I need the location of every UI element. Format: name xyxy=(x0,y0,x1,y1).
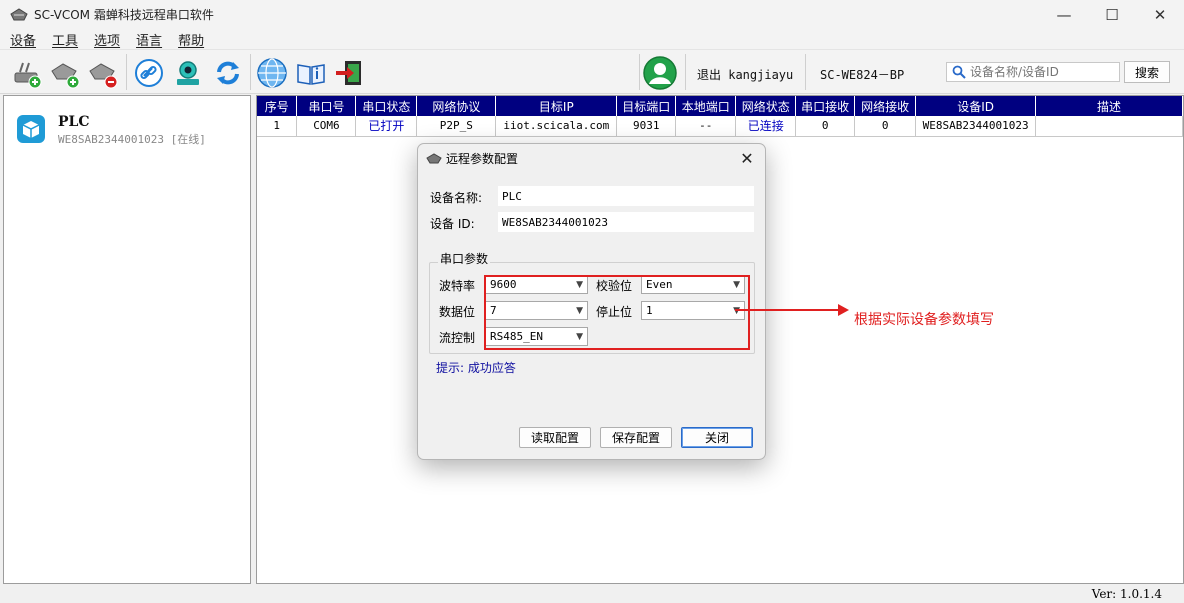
search-box xyxy=(946,62,1120,82)
user-avatar-icon[interactable] xyxy=(643,56,677,90)
dialog-close-icon[interactable]: ✕ xyxy=(737,148,757,168)
annotation-arrow-head xyxy=(838,304,849,316)
column-header[interactable]: 目标端口 xyxy=(616,96,677,116)
exit-icon[interactable] xyxy=(332,56,366,90)
toolbar-separator xyxy=(639,54,640,90)
column-header[interactable]: 串口状态 xyxy=(355,96,418,116)
app-logo-icon xyxy=(426,152,442,163)
flow-control-label: 流控制 xyxy=(439,331,476,345)
add-group-icon[interactable] xyxy=(48,56,82,90)
column-header[interactable]: 网络协议 xyxy=(416,96,497,116)
monitor-icon[interactable] xyxy=(171,56,205,90)
column-header[interactable]: 网络接收 xyxy=(854,96,917,116)
device-box-icon xyxy=(17,115,45,143)
app-logo-icon xyxy=(10,7,28,20)
menu-device[interactable]: 设备 xyxy=(10,30,36,49)
minimize-button[interactable]: — xyxy=(1040,0,1088,29)
device-model-label: SC-WE824－BP xyxy=(820,68,905,82)
close-window-button[interactable]: ✕ xyxy=(1136,0,1184,29)
device-tree-panel: PLC WE8SAB2344001023 [在线] xyxy=(3,95,251,584)
column-header[interactable]: 网络状态 xyxy=(735,96,797,116)
device-name-field[interactable]: PLC xyxy=(498,186,754,206)
table-cell: 0 xyxy=(854,116,917,137)
annotation-text: 根据实际设备参数填写 xyxy=(854,312,994,328)
search-icon xyxy=(952,65,966,79)
menu-language[interactable]: 语言 xyxy=(136,30,162,49)
table-cell: 0 xyxy=(795,116,856,137)
column-header[interactable]: 本地端口 xyxy=(675,96,737,116)
toolbar-separator xyxy=(250,54,251,90)
remote-config-dialog: 远程参数配置 ✕ 设备名称: PLC 设备 ID: WE8SAB23440010… xyxy=(417,143,766,460)
menu-help[interactable]: 帮助 xyxy=(178,30,204,49)
table-cell: 1 xyxy=(257,116,298,137)
read-config-button[interactable]: 读取配置 xyxy=(519,427,591,448)
table-cell: COM6 xyxy=(296,116,357,137)
status-bar: Ver: 1.0.1.4 xyxy=(0,585,1184,603)
baud-rate-label: 波特率 xyxy=(439,279,476,293)
column-header[interactable]: 串口号 xyxy=(296,96,357,116)
column-header[interactable]: 设备ID xyxy=(915,96,1037,116)
search-button[interactable]: 搜索 xyxy=(1124,61,1170,83)
table-cell: P2P_S xyxy=(416,116,497,137)
hint-message: 提示: 成功应答 xyxy=(436,361,516,375)
device-name-label: 设备名称: xyxy=(430,191,483,205)
serial-params-title: 串口参数 xyxy=(438,250,491,267)
toolbar-separator xyxy=(805,54,806,90)
device-name: PLC xyxy=(58,114,90,130)
device-list-item[interactable]: PLC WE8SAB2344001023 [在线] xyxy=(16,114,206,147)
data-bits-label: 数据位 xyxy=(439,305,476,319)
device-id-label: 设备 ID: xyxy=(430,217,475,231)
toolbar: 退出 kangjiayu SC-WE824－BP 搜索 xyxy=(0,49,1184,94)
title-bar: SC-VCOM 霜蝉科技远程串口软件 — ☐ ✕ xyxy=(0,0,1184,29)
device-id-field[interactable]: WE8SAB2344001023 xyxy=(498,212,754,232)
add-device-icon[interactable] xyxy=(10,56,44,90)
dialog-title: 远程参数配置 xyxy=(446,152,519,166)
manual-book-icon[interactable] xyxy=(294,56,328,90)
column-header[interactable]: 目标IP xyxy=(495,96,618,116)
table-cell: 9031 xyxy=(616,116,677,137)
menu-tools[interactable]: 工具 xyxy=(52,30,78,49)
dialog-titlebar: 远程参数配置 xyxy=(426,150,518,167)
menu-bar: 设备 工具 选项 语言 帮助 xyxy=(0,29,1184,49)
logout-user-link[interactable]: 退出 kangjiayu xyxy=(697,66,793,83)
highlight-box xyxy=(484,275,750,350)
maximize-button[interactable]: ☐ xyxy=(1088,0,1136,29)
toolbar-separator xyxy=(685,54,686,90)
link-icon[interactable] xyxy=(132,56,166,90)
version-label: Ver: 1.0.1.4 xyxy=(1091,587,1162,601)
column-header[interactable]: 描述 xyxy=(1035,96,1183,116)
search-input[interactable] xyxy=(970,65,1110,79)
globe-icon[interactable] xyxy=(255,56,289,90)
refresh-icon[interactable] xyxy=(211,56,245,90)
table-header-row: 序号 串口号 串口状态 网络协议 目标IP 目标端口 本地端口 网络状态 串口接… xyxy=(257,96,1183,116)
column-header[interactable]: 序号 xyxy=(257,96,298,116)
save-config-button[interactable]: 保存配置 xyxy=(600,427,672,448)
table-cell xyxy=(1035,116,1183,137)
table-cell: 已连接 xyxy=(735,116,797,137)
device-id-status: WE8SAB2344001023 [在线] xyxy=(58,133,206,146)
port-table: 序号 串口号 串口状态 网络协议 目标IP 目标端口 本地端口 网络状态 串口接… xyxy=(257,96,1183,137)
table-cell: -- xyxy=(675,116,737,137)
table-cell: 已打开 xyxy=(355,116,418,137)
dialog-close-button[interactable]: 关闭 xyxy=(681,427,753,448)
window-title: SC-VCOM 霜蝉科技远程串口软件 xyxy=(34,8,214,22)
table-cell: WE8SAB2344001023 xyxy=(915,116,1037,137)
remove-device-icon[interactable] xyxy=(86,56,120,90)
column-header[interactable]: 串口接收 xyxy=(795,96,856,116)
table-row[interactable]: 1 COM6 已打开 P2P_S iiot.scicala.com 9031 -… xyxy=(257,116,1183,137)
annotation-arrow-line xyxy=(735,309,845,311)
table-cell: iiot.scicala.com xyxy=(495,116,618,137)
toolbar-separator xyxy=(126,54,127,90)
menu-options[interactable]: 选项 xyxy=(94,30,120,49)
